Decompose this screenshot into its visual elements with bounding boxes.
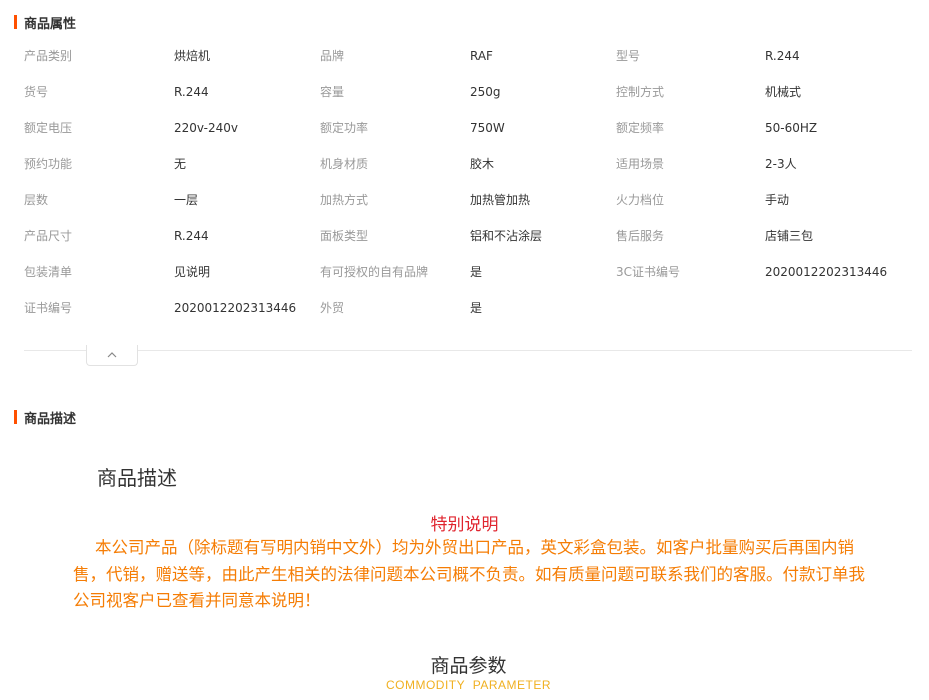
attribute-row: 证书编号 2020012202313446 外贸 是 <box>24 291 912 327</box>
parameters-title: 商品参数 <box>430 655 507 677</box>
attribute-value: 750W <box>470 121 505 135</box>
attribute-label: 售后服务 <box>616 229 665 243</box>
attribute-label: 容量 <box>320 85 345 99</box>
attribute-label: 加热方式 <box>320 193 369 207</box>
attribute-label: 品牌 <box>320 49 345 63</box>
attributes-table: 产品类别 烘焙机 品牌 RAF 型号 R.244 货号 R.244 容量 250g 控制方式 机械式额… <box>24 39 912 327</box>
attribute-value: R.244 <box>174 229 209 243</box>
attribute-value: 2020012202313446 <box>174 301 297 315</box>
attribute-row: 产品尺寸 R.244 面板类型 铝和不沾涂层 售后服务 店铺三包 <box>24 219 912 255</box>
attribute-value: 铝和不沾涂层 <box>470 229 543 243</box>
attribute-row: 层数 一层 加热方式 加热管加热 火力档位 手动 <box>24 183 912 219</box>
attribute-label: 控制方式 <box>616 85 665 99</box>
description-section-title: 商品描述 <box>24 411 77 427</box>
attribute-row: 额定电压 220v-240v 额定功率 750W 额定频率 50-60HZ <box>24 111 912 147</box>
attribute-row: 预约功能 无 机身材质 胶木 适用场景 2-3人 <box>24 147 912 183</box>
attribute-label: 额定频率 <box>616 121 665 135</box>
attributes-section-header: 商品属性 <box>14 13 77 32</box>
attribute-value: 烘焙机 <box>174 49 211 63</box>
parameters-subtitle: COMMODITY PARAMETER <box>385 678 552 692</box>
attribute-value: 胶木 <box>470 157 495 171</box>
attribute-label: 型号 <box>616 49 641 63</box>
attribute-label: 有可授权的自有品牌 <box>320 265 429 279</box>
attribute-value: R.244 <box>174 85 209 99</box>
attribute-label: 货号 <box>24 85 49 99</box>
attribute-label: 外贸 <box>320 301 345 315</box>
attribute-value: 是 <box>470 265 483 279</box>
attribute-label: 面板类型 <box>320 229 369 243</box>
attribute-value: 2020012202313446 <box>765 265 888 279</box>
attribute-row: 产品类别 烘焙机 品牌 RAF 型号 R.244 <box>24 39 912 75</box>
attribute-label: 产品类别 <box>24 49 73 63</box>
attribute-label: 额定电压 <box>24 121 73 135</box>
attribute-label: 机身材质 <box>320 157 369 171</box>
attribute-label: 3C证书编号 <box>616 265 681 279</box>
attribute-label: 包装清单 <box>24 265 73 279</box>
chevron-up-icon <box>107 352 117 358</box>
description-heading: 商品描述 <box>97 466 177 490</box>
attribute-row: 货号 R.244 容量 250g 控制方式 机械式 <box>24 75 912 111</box>
attribute-value: 50-60HZ <box>765 121 818 135</box>
attribute-value: 无 <box>174 157 187 171</box>
attribute-value: 加热管加热 <box>470 193 531 207</box>
attribute-label: 火力档位 <box>616 193 665 207</box>
attribute-value: 见说明 <box>174 265 211 279</box>
attribute-value: 店铺三包 <box>765 229 814 243</box>
attributes-divider <box>24 350 912 351</box>
attribute-label: 产品尺寸 <box>24 229 73 243</box>
attribute-value: 250g <box>470 85 501 99</box>
collapse-attributes-button[interactable] <box>86 345 138 366</box>
attribute-label: 证书编号 <box>24 301 73 315</box>
description-section-header: 商品描述 <box>14 408 77 427</box>
attribute-value: 是 <box>470 301 483 315</box>
attribute-value: RAF <box>470 49 493 63</box>
attribute-value: 220v-240v <box>174 121 239 135</box>
attribute-value: 一层 <box>174 193 199 207</box>
attributes-section-title: 商品属性 <box>24 16 77 32</box>
attribute-value: 手动 <box>765 193 790 207</box>
special-notice-title: 特别说明 <box>430 515 499 535</box>
attribute-value: 机械式 <box>765 85 802 99</box>
attribute-value: R.244 <box>765 49 800 63</box>
attribute-row: 包装清单 见说明 有可授权的自有品牌 是 3C证书编号 2020012202313446 <box>24 255 912 291</box>
attribute-label: 适用场景 <box>616 157 665 171</box>
attribute-label: 层数 <box>24 193 49 207</box>
section-accent-bar <box>14 410 17 424</box>
attribute-value: 2-3人 <box>765 157 797 171</box>
attribute-label: 额定功率 <box>320 121 369 135</box>
special-notice-body: 本公司产品（除标题有写明内销中文外）均为外贸出口产品，英文彩盒包装。如客户批量购… <box>73 538 865 610</box>
section-accent-bar <box>14 15 17 29</box>
attribute-label: 预约功能 <box>24 157 73 171</box>
